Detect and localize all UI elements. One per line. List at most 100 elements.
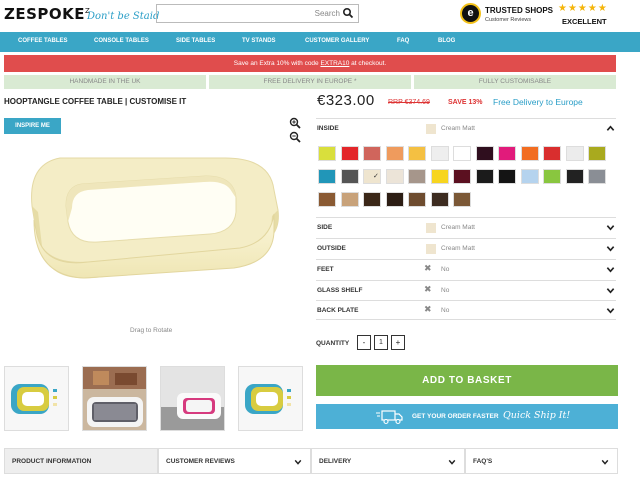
chevron-down-icon[interactable] [606,244,615,253]
quantity-increase-button[interactable]: + [391,335,405,350]
color-swatch[interactable] [363,192,381,207]
color-swatch[interactable] [588,146,606,161]
color-swatch[interactable] [385,169,404,184]
nav-faq[interactable]: FAQ [397,38,409,44]
promo-banner: Save an Extra 10% with code EXTRA10 at c… [4,55,616,72]
thumbnail-diagram-1[interactable] [4,366,69,431]
color-swatch[interactable] [498,169,516,184]
drag-to-rotate-hint: Drag to Rotate [130,327,173,334]
usp-customisable: FULLY CUSTOMISABLE [414,75,616,89]
color-swatch[interactable] [498,146,516,161]
color-swatch[interactable] [340,192,359,207]
logo[interactable]: ZESPOKEZ [4,5,90,23]
tab-customer-reviews[interactable]: CUSTOMER REVIEWS [158,448,311,474]
color-swatch[interactable] [588,169,606,184]
option-inside[interactable]: INSIDE Cream Matt [316,118,616,138]
option-back-plate-label: BACK PLATE [317,307,359,314]
thumbnail-diagram-2[interactable] [238,366,303,431]
option-glass-shelf-label: GLASS SHELF [317,287,363,294]
close-icon: ✖ [424,263,432,273]
inspire-me-button[interactable]: INSPIRE ME [4,118,61,134]
tab-delivery[interactable]: DELIVERY [311,448,465,474]
quantity-decrease-button[interactable]: - [357,335,371,350]
nav-side-tables[interactable]: SIDE TABLES [176,38,215,44]
color-swatch[interactable] [363,169,381,184]
chevron-down-icon[interactable] [606,286,615,295]
color-swatch[interactable] [408,146,426,161]
option-inside-value: Cream Matt [441,125,475,132]
zoom-out-icon[interactable] [289,131,301,143]
option-outside-label: OUTSIDE [317,245,346,252]
color-swatch[interactable] [430,146,449,161]
color-swatch[interactable] [520,169,539,184]
delivery-truck-icon [376,410,403,425]
option-outside[interactable]: OUTSIDE Cream Matt [316,238,616,258]
quick-ship-banner[interactable]: GET YOUR ORDER FASTER Quick Ship It! [316,404,618,429]
promo-text: Save an Extra 10% with code [233,60,321,67]
nav-tv-stands[interactable]: TV STANDS [242,38,276,44]
color-swatch[interactable] [453,169,471,184]
tab-label: CUSTOMER REVIEWS [166,458,235,465]
quick-ship-script: Quick Ship It! [503,410,571,421]
main-nav: COFFEE TABLES CONSOLE TABLES SIDE TABLES… [0,32,640,52]
tab-product-information[interactable]: PRODUCT INFORMATION [4,448,158,474]
nav-coffee-tables[interactable]: COFFEE TABLES [18,38,68,44]
nav-blog[interactable]: BLOG [438,38,455,44]
search-icon[interactable] [342,7,354,19]
color-swatch[interactable] [453,146,471,161]
color-swatch[interactable] [565,146,584,161]
color-swatch[interactable] [475,146,494,161]
trusted-shops-title: TRUSTED SHOPS [485,6,554,15]
color-swatch[interactable] [430,192,449,207]
color-swatch[interactable] [318,169,336,184]
color-swatch[interactable] [520,146,539,161]
color-swatch[interactable] [340,146,359,161]
color-swatch[interactable] [453,192,471,207]
color-swatch[interactable] [385,192,404,207]
close-icon: ✖ [424,284,432,294]
chevron-up-icon[interactable] [606,124,615,133]
color-swatch[interactable] [430,169,449,184]
product-3d-viewer[interactable] [20,150,300,320]
option-inside-label: INSIDE [317,125,339,132]
color-swatch[interactable] [565,169,584,184]
free-delivery-link[interactable]: Free Delivery to Europe [493,97,583,107]
tab-label: FAQ'S [473,458,493,465]
color-swatch[interactable] [408,192,426,207]
tab-label: DELIVERY [319,458,352,465]
color-swatch[interactable] [543,169,561,184]
nav-customer-gallery[interactable]: CUSTOMER GALLERY [305,38,369,44]
chevron-down-icon[interactable] [606,265,615,274]
search-input[interactable] [157,7,317,24]
zoom-in-icon[interactable] [289,117,301,129]
option-side[interactable]: SIDE Cream Matt [316,217,616,237]
option-back-plate[interactable]: BACK PLATE ✖ No [316,300,616,320]
promo-code[interactable]: EXTRA10 [320,60,349,67]
quantity-input[interactable]: 1 [374,335,388,350]
option-back-plate-value: No [441,307,450,314]
site-header: ZESPOKEZ Don't be Staid Search e TRUSTED… [0,0,640,32]
add-to-basket-button[interactable]: ADD TO BASKET [316,365,618,396]
color-swatch[interactable] [543,146,561,161]
color-swatch[interactable] [385,146,404,161]
thumbnail-photo-1[interactable] [82,366,147,431]
option-outside-value: Cream Matt [441,245,475,252]
option-feet[interactable]: FEET ✖ No [316,259,616,279]
chevron-down-icon[interactable] [606,223,615,232]
nav-console-tables[interactable]: CONSOLE TABLES [94,38,149,44]
search-box[interactable]: Search [156,4,359,24]
color-swatch[interactable] [318,192,336,207]
tab-label: PRODUCT INFORMATION [12,458,92,465]
color-swatch[interactable] [408,169,426,184]
trusted-shops-badge[interactable]: e TRUSTED SHOPS Customer Reviews ★★★★★ E… [460,3,610,27]
color-swatch[interactable] [475,169,494,184]
chevron-down-icon[interactable] [606,306,615,315]
tab-faqs[interactable]: FAQ'S [465,448,618,474]
color-swatch[interactable] [318,146,336,161]
color-swatch[interactable] [340,169,359,184]
color-swatch[interactable] [363,146,381,161]
option-side-swatch [426,223,436,233]
option-glass-shelf[interactable]: GLASS SHELF ✖ No [316,280,616,300]
thumbnail-photo-2[interactable] [160,366,225,431]
close-icon: ✖ [424,304,432,314]
